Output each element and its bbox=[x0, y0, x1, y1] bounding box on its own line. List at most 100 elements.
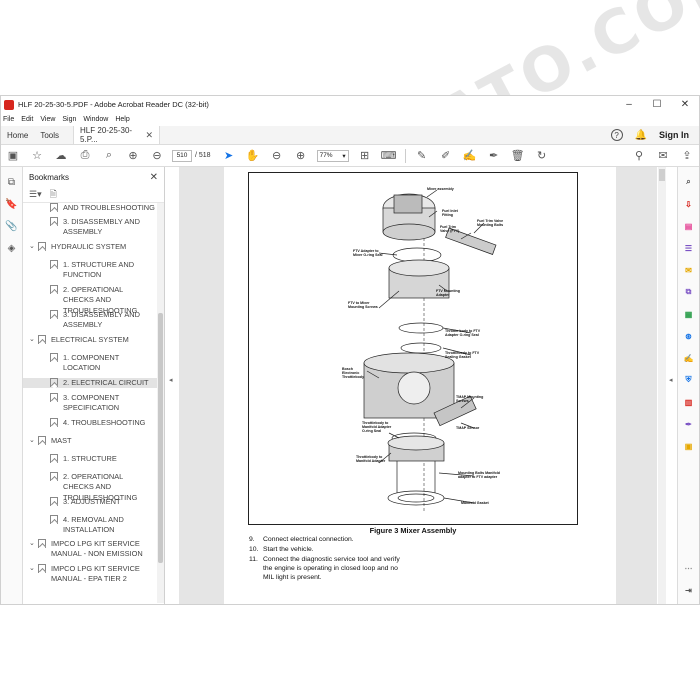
scan-icon[interactable]: ▣ bbox=[682, 437, 696, 455]
bookmark-star-icon[interactable]: ☆ bbox=[25, 145, 49, 167]
bookmark-section[interactable]: ⌄ ELECTRICAL SYSTEM bbox=[29, 335, 151, 345]
document-scrollbar[interactable] bbox=[658, 167, 666, 604]
edit-pdf-icon[interactable]: ☰ bbox=[682, 239, 696, 257]
bookmark-item[interactable]: 1. STRUCTURE AND FUNCTION bbox=[37, 260, 155, 281]
attachments-icon[interactable]: 📎 bbox=[4, 215, 20, 237]
comment-tool-icon[interactable]: ✉ bbox=[682, 261, 696, 279]
bookmarks-panel-icon[interactable]: 🔖 bbox=[4, 193, 20, 215]
chevron-down-icon[interactable]: ⌄ bbox=[29, 335, 38, 345]
maximize-button[interactable]: ☐ bbox=[643, 96, 671, 113]
bookmark-item[interactable]: 1. COMPONENT LOCATION bbox=[37, 353, 155, 374]
save-icon[interactable]: ▣ bbox=[1, 145, 25, 167]
protect-icon[interactable]: ⛨ bbox=[682, 371, 696, 389]
create-pdf-icon[interactable]: ▤ bbox=[682, 217, 696, 235]
bookmark-item[interactable]: 2. ELECTRICAL CIRCUIT bbox=[23, 378, 157, 389]
expand-panel-icon[interactable]: ⇥ bbox=[682, 581, 696, 599]
step-11: 11. Connect the diagnostic service tool a… bbox=[249, 556, 400, 581]
bookmark-section[interactable]: ⌄ IMPCO LPG KIT SERVICE MANUAL - NON EMIS… bbox=[29, 539, 151, 560]
fill-sign-tool-icon[interactable]: ✍ bbox=[682, 349, 696, 367]
menu-sign[interactable]: Sign bbox=[62, 116, 76, 123]
collapse-right-icon[interactable]: ◂ bbox=[669, 376, 673, 384]
close-window-button[interactable]: ✕ bbox=[671, 96, 699, 113]
page-fit-icon[interactable]: ⊞ bbox=[353, 145, 377, 167]
page-number-input[interactable]: 510 bbox=[172, 149, 192, 162]
layers-icon[interactable]: ◈ bbox=[4, 237, 20, 259]
chevron-down-icon: ▾ bbox=[342, 152, 346, 160]
tab-home[interactable]: Home bbox=[1, 126, 34, 144]
combine-files-icon[interactable]: ⧉ bbox=[682, 283, 696, 301]
delete-icon[interactable]: 🗑 bbox=[506, 145, 530, 167]
export-pdf-icon[interactable]: ⇩ bbox=[682, 195, 696, 213]
select-cursor-icon[interactable]: ➤ bbox=[217, 145, 241, 167]
rotate-icon[interactable]: ↻ bbox=[530, 145, 554, 167]
bookmark-item[interactable]: 3. COMPONENT SPECIFICATION bbox=[37, 393, 155, 414]
zoom-in-icon[interactable]: ⊕ bbox=[289, 145, 313, 167]
chevron-down-icon[interactable]: ⌄ bbox=[29, 436, 38, 446]
organize-pages-icon[interactable]: ▦ bbox=[682, 305, 696, 323]
bookmark-item[interactable]: AND TROUBLESHOOTING bbox=[37, 203, 155, 213]
close-panel-icon[interactable]: ✕ bbox=[150, 172, 158, 183]
menu-edit[interactable]: Edit bbox=[21, 116, 33, 123]
bookmark-item[interactable]: 3. ADJUSTMENT bbox=[37, 497, 155, 507]
menu-window[interactable]: Window bbox=[83, 116, 108, 123]
draw-icon[interactable]: ✍ bbox=[458, 145, 482, 167]
upload-cloud-icon[interactable]: ☁ bbox=[49, 145, 73, 167]
share-icon[interactable]: ⇪ bbox=[675, 145, 699, 167]
tab-document[interactable]: HLF 20-25-30-5.P... ✕ bbox=[73, 126, 161, 144]
prepare-form-icon[interactable]: ▥ bbox=[682, 393, 696, 411]
menu-view[interactable]: View bbox=[40, 116, 55, 123]
help-icon[interactable]: ? bbox=[610, 129, 623, 141]
bookmark-label: 1. COMPONENT LOCATION bbox=[63, 353, 120, 373]
bookmark-icon bbox=[38, 539, 46, 548]
compress-icon[interactable]: ⊛ bbox=[682, 327, 696, 345]
step-9: 9. Connect electrical connection. bbox=[249, 536, 354, 543]
highlight-icon[interactable]: ✐ bbox=[434, 145, 458, 167]
bookmarks-scrollbar[interactable] bbox=[157, 203, 164, 603]
send-for-signature-icon[interactable]: ✒ bbox=[682, 415, 696, 433]
tab-tools[interactable]: Tools bbox=[34, 126, 65, 144]
menu-file[interactable]: File bbox=[3, 116, 14, 123]
more-tools-icon[interactable]: ⋯ bbox=[682, 559, 696, 577]
bookmark-tree: AND TROUBLESHOOTING 3. DISASSEMBLY AND AS… bbox=[23, 203, 157, 603]
bookmark-options-icon[interactable]: ☰▾ bbox=[29, 189, 42, 200]
bookmarks-panel: Bookmarks ✕ ☰▾ 🗎 AND TROUBLESHOOTING 3. D… bbox=[23, 167, 165, 604]
bookmark-section[interactable]: ⌄ HYDRAULIC SYSTEM bbox=[29, 242, 151, 252]
bookmark-item[interactable]: 3. DISASSEMBLY AND ASSEMBLY bbox=[37, 310, 155, 331]
link-icon[interactable]: ⚲ bbox=[627, 145, 651, 167]
print-icon[interactable]: ⎙ bbox=[73, 145, 97, 167]
notification-bell-icon[interactable]: 🔔 bbox=[635, 130, 647, 141]
comment-icon[interactable]: ✎ bbox=[410, 145, 434, 167]
minimize-button[interactable]: – bbox=[615, 96, 643, 113]
search-tools-icon[interactable]: ⌕ bbox=[682, 173, 696, 191]
bookmark-section[interactable]: ⌄ MAST bbox=[29, 436, 151, 446]
bookmark-label: 4. REMOVAL AND INSTALLATION bbox=[63, 515, 124, 535]
chevron-down-icon[interactable]: ⌄ bbox=[29, 564, 38, 574]
bookmark-item[interactable]: 4. TROUBLESHOOTING bbox=[37, 418, 155, 428]
page-total: / 518 bbox=[195, 152, 211, 159]
zoom-select[interactable]: 77% ▾ bbox=[316, 149, 349, 162]
bookmark-label: 3. ADJUSTMENT bbox=[63, 497, 121, 506]
close-tab-icon[interactable]: ✕ bbox=[145, 130, 153, 141]
hand-tool-icon[interactable]: ✋ bbox=[241, 145, 265, 167]
bookmark-item[interactable]: 4. REMOVAL AND INSTALLATION bbox=[37, 515, 155, 536]
bookmark-section[interactable]: ⌄ IMPCO LPG KIT SERVICE MANUAL - EPA TIER… bbox=[29, 564, 151, 585]
keyboard-icon[interactable]: ⌨ bbox=[377, 145, 401, 167]
chevron-down-icon[interactable]: ⌄ bbox=[29, 242, 38, 252]
bookmark-item[interactable]: 3. DISASSEMBLY AND ASSEMBLY bbox=[37, 217, 155, 238]
bookmark-item[interactable]: 1. STRUCTURE bbox=[37, 454, 155, 464]
new-bookmark-icon[interactable]: 🗎 bbox=[50, 187, 57, 203]
label-fuel-trim-valve: Fuel Trim Valve (FTV) bbox=[440, 225, 460, 234]
fill-sign-icon[interactable]: ✒ bbox=[482, 145, 506, 167]
acrobat-window: HLF 20-25-30-5.PDF - Adobe Acrobat Reade… bbox=[0, 95, 700, 605]
label-ftv-mounting-adapter: FTV Mounting Adapter bbox=[436, 289, 460, 298]
find-icon[interactable]: ⌕ bbox=[97, 145, 121, 167]
chevron-down-icon[interactable]: ⌄ bbox=[29, 539, 38, 549]
email-icon[interactable]: ✉ bbox=[651, 145, 675, 167]
sign-in-button[interactable]: Sign In bbox=[659, 130, 689, 140]
collapse-left-icon[interactable]: ◂ bbox=[169, 376, 173, 384]
menu-help[interactable]: Help bbox=[115, 116, 129, 123]
next-page-icon[interactable]: ⊖ bbox=[145, 145, 169, 167]
zoom-out-icon[interactable]: ⊖ bbox=[265, 145, 289, 167]
previous-page-icon[interactable]: ⊕ bbox=[121, 145, 145, 167]
pages-thumbnail-icon[interactable]: ⧉ bbox=[4, 171, 20, 193]
